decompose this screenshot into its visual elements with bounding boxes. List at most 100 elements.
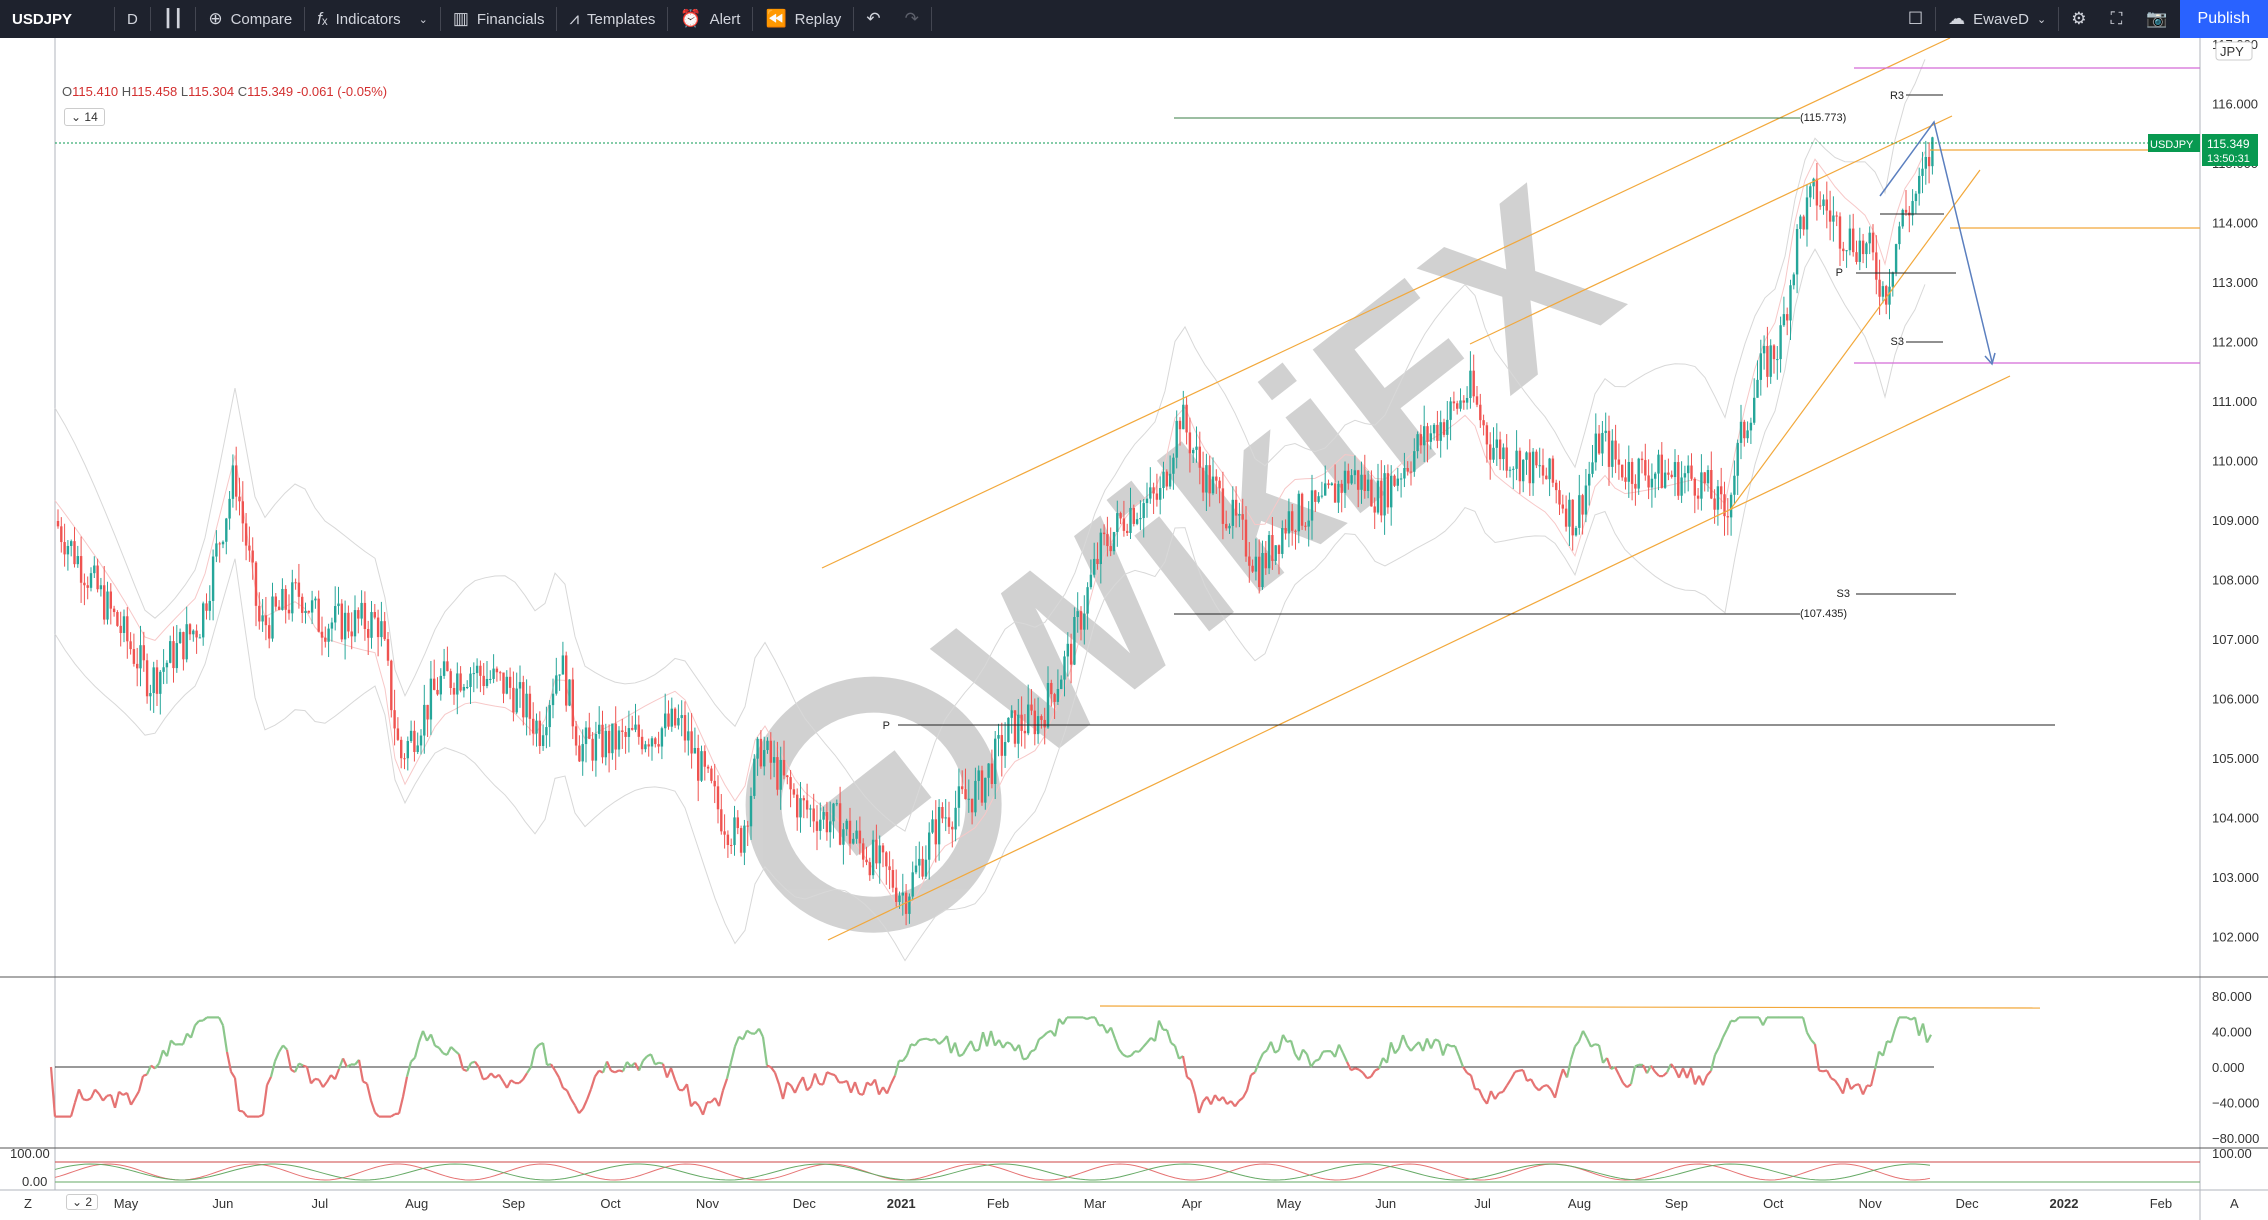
candle-body <box>551 693 555 706</box>
chart-canvas[interactable]: WikiFX (115.773) (107.435) R3 P S3 S3 P … <box>0 38 2268 1220</box>
candle-body <box>749 795 753 827</box>
osc-segment <box>574 1104 580 1114</box>
candle-body <box>145 660 149 697</box>
osc-segment <box>1469 1074 1477 1090</box>
camera-icon: 📷 <box>2146 9 2168 28</box>
price-tick: 106.000 <box>2212 692 2259 707</box>
time-axis[interactable]: May Jun Jul Aug Sep Oct Nov Dec 2021 Feb Mar Apr May… <box>114 1196 2172 1211</box>
fullscreen-button[interactable]: ⛶ <box>2098 0 2134 38</box>
low-value: 115.304 <box>188 84 235 99</box>
candle-body <box>1630 461 1634 484</box>
candle-body <box>258 605 261 622</box>
snapshot-button[interactable]: 📷 <box>2134 0 2179 38</box>
layout-button[interactable]: ☐ <box>1896 0 1935 38</box>
candle-body <box>720 809 723 832</box>
osc-segment <box>1026 1050 1032 1060</box>
osc-segment <box>1830 1077 1836 1082</box>
candle-body <box>1261 552 1264 588</box>
osc-segment <box>142 1073 148 1078</box>
projection-path[interactable] <box>1879 120 1993 363</box>
time-label: Nov <box>696 1196 720 1211</box>
osc-segment <box>589 1076 597 1090</box>
osc-segment <box>1425 1038 1433 1049</box>
publish-button[interactable]: Publish <box>2179 0 2268 38</box>
alert-button[interactable]: ⏰ Alert <box>668 0 752 38</box>
candle-body <box>1657 454 1660 474</box>
candle-body <box>1591 462 1594 474</box>
candle-body <box>792 789 796 795</box>
candle-body <box>357 610 360 619</box>
user-label: EwaveD <box>1973 10 2029 28</box>
oscillator-pane[interactable] <box>49 1016 1934 1118</box>
candle-body <box>1495 439 1498 448</box>
candle-body <box>1027 704 1030 734</box>
osc-segment <box>410 1056 416 1063</box>
oscillator-axis[interactable]: 80.00040.0000.000−40.000−80.000100.000.0… <box>10 989 2259 1189</box>
candle-body <box>987 763 990 778</box>
interval-button[interactable]: D <box>115 0 150 38</box>
osc-segment <box>746 1029 752 1035</box>
time-label: Nov <box>1859 1196 1883 1211</box>
candle-body <box>961 786 964 790</box>
osc-segment <box>1557 1068 1565 1083</box>
osc-segment <box>390 1113 396 1118</box>
candle-body <box>83 582 86 586</box>
candle-body <box>842 829 845 845</box>
candle-body <box>386 639 390 661</box>
osc-segment <box>793 1083 801 1094</box>
osc-segment <box>242 1110 248 1118</box>
osc-segment <box>477 1067 485 1080</box>
candle-body <box>489 678 492 680</box>
undo-button[interactable]: ↶ <box>854 0 892 38</box>
timezone-icon[interactable]: Z <box>24 1196 32 1211</box>
indicators-label: Indicators <box>335 10 401 28</box>
candle-body <box>1901 209 1904 227</box>
compare-label: Compare <box>230 10 293 28</box>
candle-body <box>1654 473 1657 479</box>
candle-body <box>1545 475 1548 480</box>
osc-segment <box>1262 1049 1268 1055</box>
settings-button[interactable]: ⚙ <box>2059 0 2098 38</box>
templates-button[interactable]: ⩘ Templates <box>557 0 667 38</box>
osc-segment <box>294 1062 300 1073</box>
candle-body <box>706 766 710 769</box>
candle-body <box>617 730 621 750</box>
indicators-button[interactable]: fₓ Indicators ⌄ <box>305 0 440 38</box>
osc-segment <box>522 1072 528 1081</box>
compare-button[interactable]: ⊕ Compare <box>196 0 304 38</box>
osc-segment <box>170 1039 176 1046</box>
redo-button[interactable]: ↷ <box>893 0 931 38</box>
auto-scale-icon[interactable]: A <box>2230 1196 2239 1211</box>
oscillator2-pane[interactable] <box>54 1161 2200 1183</box>
candle-body <box>1865 243 1868 255</box>
indicator-collapse-button[interactable]: ⌄ 14 <box>64 108 105 126</box>
symbol-tag-label: USDJPY <box>2150 139 2194 151</box>
candle-body <box>1660 454 1663 488</box>
candle-body <box>261 615 264 622</box>
candle-body <box>1515 450 1518 469</box>
candle-body <box>885 852 888 867</box>
osc-segment <box>685 1083 693 1107</box>
candle-body <box>1594 433 1597 463</box>
candle-body <box>1096 558 1099 565</box>
chart-type-button[interactable]: ┃┃ <box>151 0 195 38</box>
osc-divergence-line[interactable] <box>1099 1005 2041 1009</box>
candle-body <box>1347 470 1350 484</box>
candle-body <box>1069 643 1073 665</box>
osc-segment <box>454 1049 460 1056</box>
candle-body <box>947 817 951 827</box>
osc-segment <box>1714 1046 1720 1056</box>
save-layout-button[interactable]: ☁ EwaveD ⌄ <box>1936 0 2058 38</box>
financials-button[interactable]: ▥ Financials <box>441 0 557 38</box>
candle-body <box>1792 274 1795 286</box>
candle-body <box>1142 503 1145 519</box>
replay-button[interactable]: ⏪ Replay <box>753 0 853 38</box>
symbol-search[interactable]: USDJPY <box>0 0 114 38</box>
candle-body <box>238 496 241 502</box>
indicator2-collapse-button[interactable]: ⌄ 2 <box>66 1194 99 1210</box>
candle-body <box>1614 440 1617 460</box>
chart-area[interactable]: WikiFX (115.773) (107.435) R3 P S3 S3 P … <box>0 38 2268 1220</box>
candle-body <box>1129 507 1132 533</box>
osc-segment <box>1122 1053 1128 1058</box>
price-axis[interactable]: 117.000116.000115.000114.000113.000112.0… <box>2212 38 2259 945</box>
